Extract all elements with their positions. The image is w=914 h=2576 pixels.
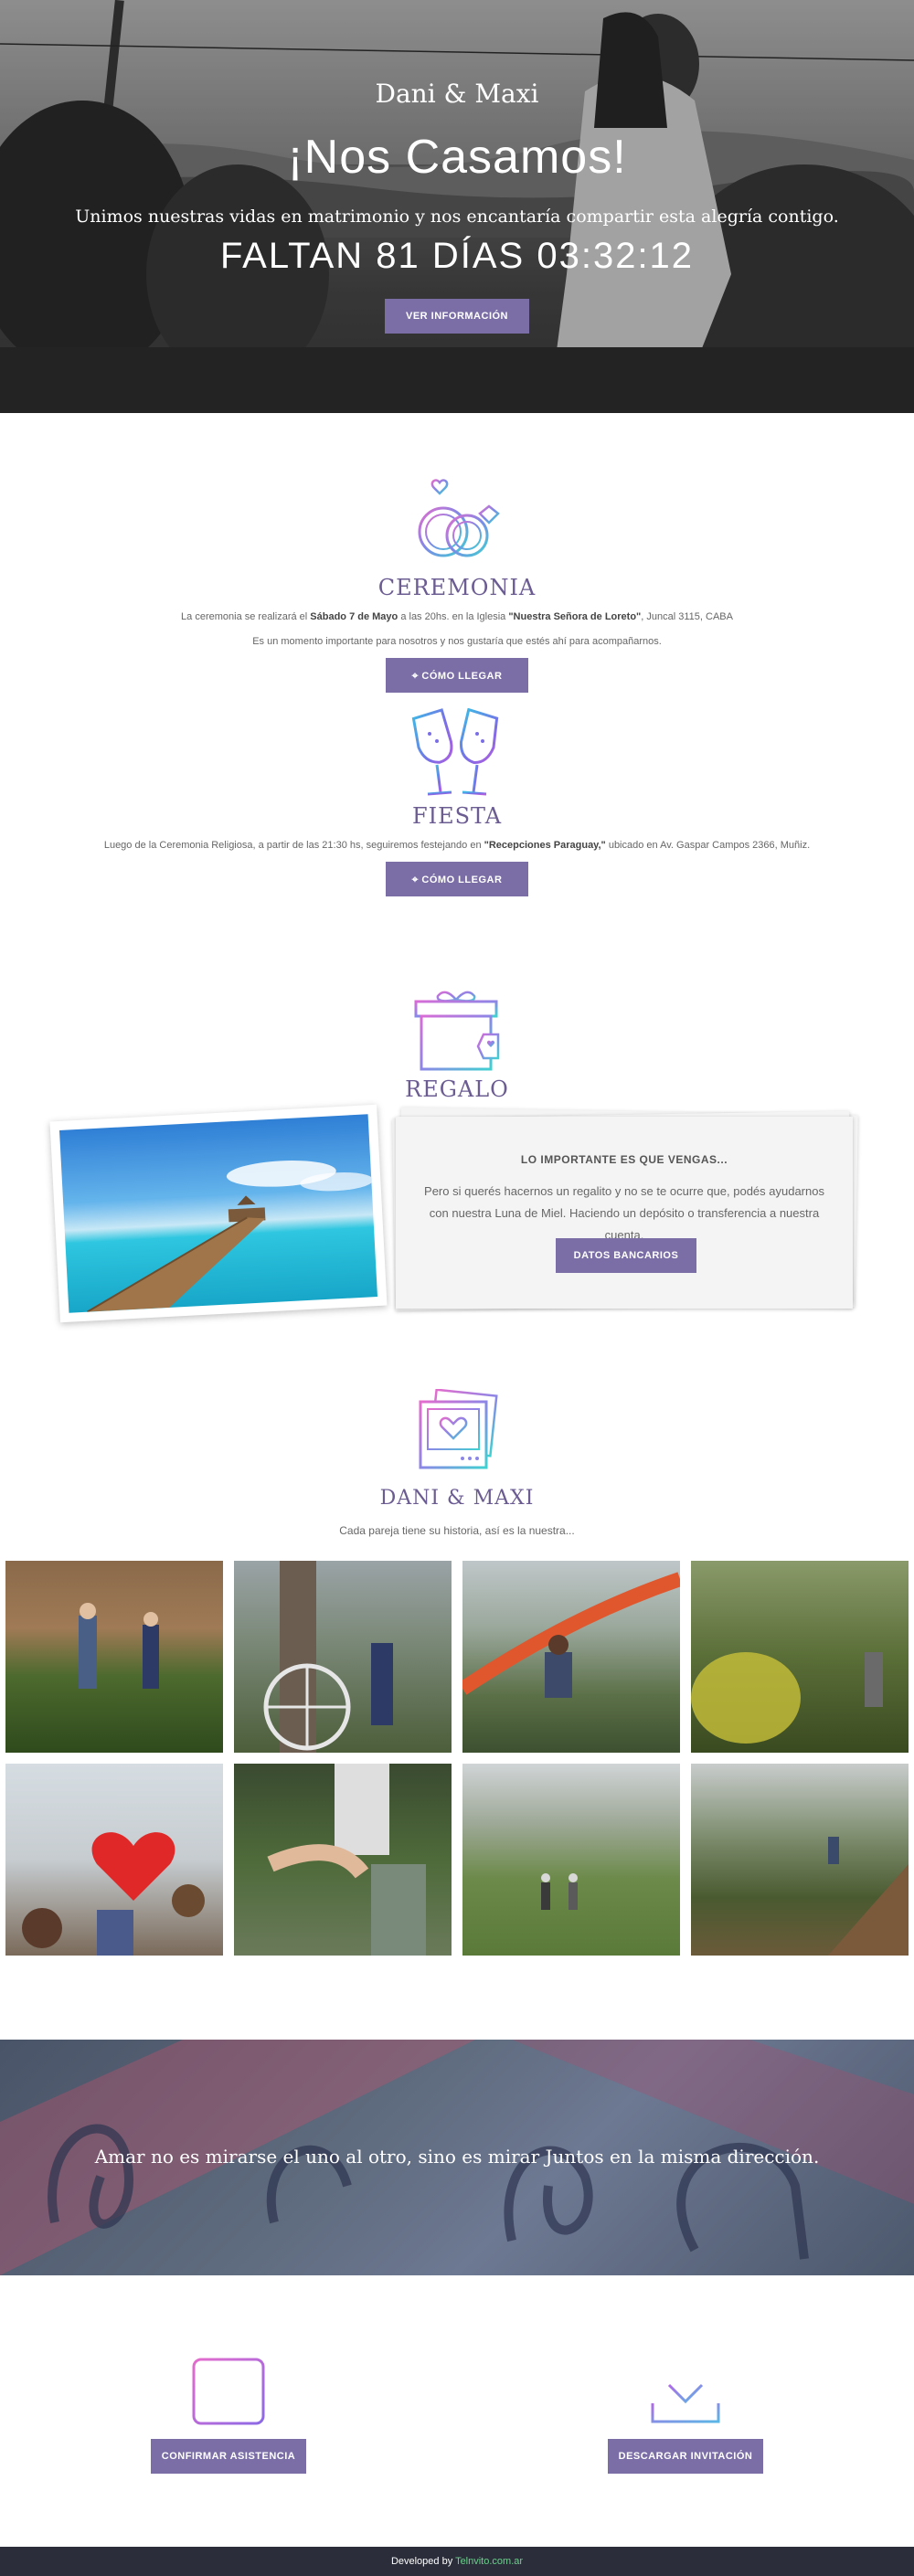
calendar-icon (192, 2352, 265, 2425)
party-venue: "Recepciones Paraguay," (484, 840, 606, 851)
ceremony-directions-label: CÓMO LLEGAR (421, 671, 503, 682)
rings-icon (418, 479, 500, 557)
footer-prefix: Developed by (390, 2556, 456, 2567)
ceremony-address: , Juncal 3115, CABA (641, 611, 733, 622)
couple-title: DANI & MAXI (379, 1487, 535, 1510)
view-info-button[interactable]: VER INFORMACIÓN (385, 299, 529, 334)
gallery-photo[interactable] (462, 1561, 680, 1753)
champagne-icon (411, 708, 499, 796)
gift-text: Pero si querés hacernos un regalito y no… (424, 1184, 824, 1242)
gallery-photo[interactable] (691, 1561, 909, 1753)
ceremony-church: "Nuestra Señora de Loreto" (508, 611, 642, 622)
ceremony-directions-button[interactable]: ⌖ CÓMO LLEGAR (386, 658, 528, 693)
party-address: ubicado en Av. Gaspar Campos 2366, Muñiz… (605, 840, 811, 851)
ceremony-note: Es un momento importante para nosotros y… (252, 636, 662, 647)
hero-banner: Dani & Maxi ¡Nos Casamos! Unimos nuestra… (0, 0, 914, 413)
quote-text: Amar no es mirarse el uno al otro, sino … (94, 2146, 820, 2168)
confirm-attendance-button[interactable]: CONFIRMAR ASISTENCIA (151, 2439, 306, 2474)
map-pin-icon: ⌖ (411, 669, 419, 682)
gift-card-stack: LO IMPORTANTE ES QUE VENGAS... Pero si q… (387, 1107, 862, 1314)
gallery-photo[interactable] (691, 1764, 909, 1956)
ceremony-text-a: La ceremonia se realizará el (181, 611, 311, 622)
quote-banner: Amar no es mirarse el uno al otro, sino … (0, 2040, 914, 2275)
honeymoon-photo (49, 1104, 388, 1323)
hero-subtitle: Unimos nuestras vidas en matrimonio y no… (75, 207, 839, 227)
beach-image (58, 1114, 378, 1313)
gallery-photo[interactable] (462, 1764, 680, 1956)
party-details: Luego de la Ceremonia Religiosa, a parti… (0, 840, 914, 851)
party-title: FIESTA (411, 803, 503, 829)
bank-details-button[interactable]: DATOS BANCARIOS (556, 1238, 696, 1273)
map-pin-icon: ⌖ (411, 873, 419, 885)
ceremony-text-c: a las 20hs. en la Iglesia (398, 611, 509, 622)
download-invitation-button[interactable]: DESCARGAR INVITACIÓN (608, 2439, 763, 2474)
gift-title: REGALO (405, 1076, 509, 1102)
gallery-photo[interactable] (234, 1764, 452, 1956)
couple-subtitle: Cada pareja tiene su historia, así es la… (339, 1524, 575, 1537)
party-directions-label: CÓMO LLEGAR (421, 875, 503, 885)
couple-names: Dani & Maxi (375, 79, 539, 109)
ceremony-details: La ceremonia se realizará el Sábado 7 de… (0, 611, 914, 622)
party-text-a: Luego de la Ceremonia Religiosa, a parti… (103, 840, 484, 851)
footer: Developed by Telnvito.com.ar (0, 2547, 914, 2576)
photos-icon (419, 1389, 498, 1469)
gallery-photo[interactable] (5, 1764, 223, 1956)
gift-card: LO IMPORTANTE ES QUE VENGAS... Pero si q… (396, 1117, 853, 1309)
party-directions-button[interactable]: ⌖ CÓMO LLEGAR (386, 862, 528, 896)
gallery-photo[interactable] (5, 1561, 223, 1753)
ceremony-title: CEREMONIA (377, 575, 537, 600)
footer-site-link[interactable]: Telnvito.com.ar (455, 2556, 523, 2567)
gallery-photo[interactable] (234, 1561, 452, 1753)
countdown: FALTAN 81 DÍAS 03:32:12 (219, 236, 695, 276)
page: Dani & Maxi ¡Nos Casamos! Unimos nuestra… (0, 0, 914, 2576)
gift-heading: LO IMPORTANTE ES QUE VENGAS... (520, 1153, 728, 1166)
gift-icon (414, 991, 500, 1071)
download-icon (651, 2354, 720, 2423)
hero-title: ¡Nos Casamos! (287, 131, 627, 184)
ceremony-date: Sábado 7 de Mayo (310, 611, 399, 622)
